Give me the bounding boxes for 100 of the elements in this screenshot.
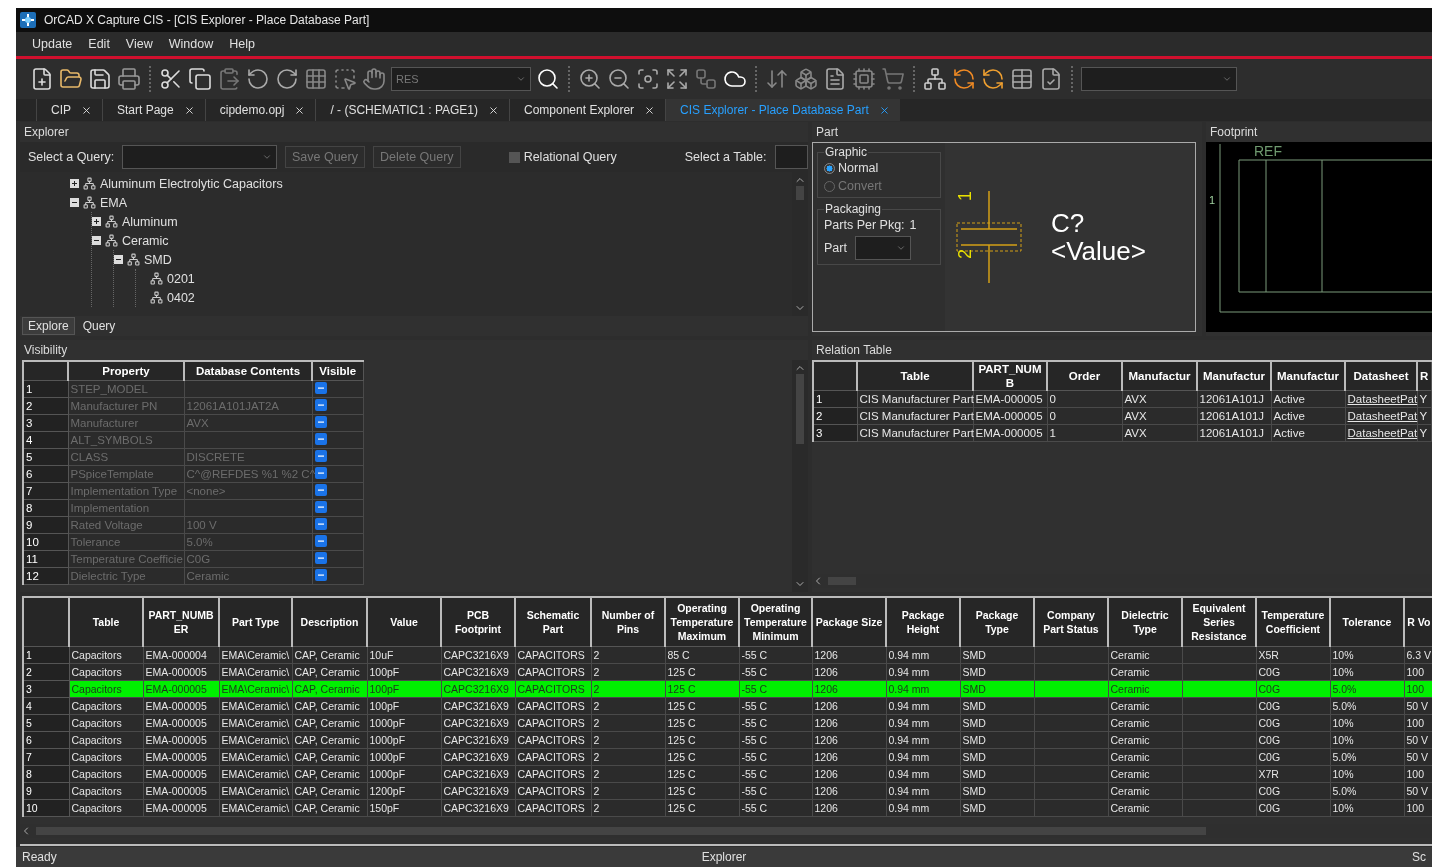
menu-item[interactable]: Help — [221, 35, 263, 53]
column-header: Manufactur — [1197, 361, 1271, 391]
checkbox[interactable] — [508, 151, 520, 163]
undo-icon[interactable] — [246, 67, 270, 91]
network-icon[interactable] — [923, 67, 947, 91]
tree-item[interactable]: 0201 — [167, 271, 195, 286]
document-tab[interactable]: cipdemo.opj — [204, 99, 316, 121]
radio-button[interactable] — [824, 162, 835, 174]
redo-icon[interactable] — [275, 67, 299, 91]
tree-item[interactable]: EMA — [100, 195, 128, 210]
table-row[interactable]: 10 Capacitors EMA-000005 EMA\Ceramic\ CAP, Ceramic 150pF CAPC3216X9 CAPACITORS 2 125 C -55 C 1206 0.94 mm SMD Ceramic C0G 10% 100 — [23, 799, 1432, 817]
hierarchy-icon[interactable] — [694, 67, 718, 91]
visibility-checkbox[interactable] — [314, 535, 327, 547]
selected-table-row[interactable]: 3 Capacitors EMA-000005 EMA\Ceramic\ CAP, Ceramic 100pF CAPC3216X9 CAPACITORS 2 125 C -55 C 1206 0.94 mm SMD Ceramic C0G 5.0% 100 — [23, 680, 1432, 698]
visibility-checkbox[interactable] — [314, 382, 327, 394]
copy-icon[interactable] — [188, 67, 212, 91]
tree-item[interactable]: Ceramic — [122, 233, 169, 248]
menu-item[interactable]: Update — [24, 35, 81, 53]
table-row[interactable]: 7 Capacitors EMA-000005 EMA\Ceramic\ CAP, Ceramic 1000pF CAPC3216X9 CAPACITORS 2 125 C -55 C 1206 0.94 mm SMD Ceramic C0G 5.0% 50 V — [23, 748, 1432, 766]
visibility-checkbox[interactable] — [314, 416, 327, 428]
value-label: <Value> — [1051, 237, 1146, 265]
printer-icon[interactable] — [117, 67, 141, 91]
zoom-fit-icon[interactable] — [636, 67, 660, 91]
visibility-checkbox[interactable] — [314, 450, 327, 462]
visibility-checkbox[interactable] — [314, 518, 327, 530]
dropdown-field[interactable] — [1081, 67, 1237, 91]
expand-toggle[interactable] — [92, 217, 101, 226]
visibility-checkbox[interactable] — [314, 467, 327, 479]
document-tab[interactable]: Start Page — [102, 99, 205, 121]
table-row[interactable]: 8 Capacitors EMA-000005 EMA\Ceramic\ CAP, Ceramic 1000pF CAPC3216X9 CAPACITORS 2 125 C -55 C 1206 0.94 mm SMD Ceramic X7R 10% 100 — [23, 765, 1432, 783]
new-file-icon[interactable] — [30, 67, 54, 91]
table-icon[interactable] — [1010, 67, 1034, 91]
column-header: R Vo — [1404, 597, 1432, 647]
tree-item[interactable]: 0402 — [167, 290, 195, 305]
close-icon[interactable] — [488, 104, 499, 116]
zoom-area-icon[interactable] — [665, 67, 689, 91]
zoom-in-icon[interactable] — [578, 67, 602, 91]
menu-item[interactable]: Edit — [80, 35, 118, 53]
close-icon[interactable] — [294, 104, 306, 116]
paste-icon[interactable] — [217, 67, 241, 91]
scissors-icon[interactable] — [159, 67, 183, 91]
table-row[interactable]: 9 Capacitors EMA-000005 EMA\Ceramic\ CAP, Ceramic 1200pF CAPC3216X9 CAPACITORS 2 125 C -55 C 1206 0.94 mm SMD Ceramic C0G 5.0% 50 V — [23, 782, 1432, 800]
table-row[interactable]: 5 Capacitors EMA-000005 EMA\Ceramic\ CAP, Ceramic 1000pF CAPC3216X9 CAPACITORS 2 125 C -55 C 1206 0.94 mm SMD Ceramic C0G 10% 100 — [23, 714, 1432, 732]
cart-icon[interactable] — [881, 67, 905, 91]
collapse-toggle[interactable] — [114, 255, 123, 264]
tree-item[interactable]: Aluminum — [122, 214, 178, 229]
table-row[interactable]: 6 Capacitors EMA-000005 EMA\Ceramic\ CAP, Ceramic 1000pF CAPC3216X9 CAPACITORS 2 125 C -55 C 1206 0.94 mm SMD Ceramic C0G 10% 50 V — [23, 731, 1432, 749]
close-icon[interactable] — [81, 104, 92, 116]
scroll-thumb[interactable] — [796, 374, 804, 444]
scroll-thumb[interactable] — [796, 186, 804, 200]
refresh-icon[interactable] — [952, 67, 976, 91]
save-icon[interactable] — [88, 67, 112, 91]
collapse-toggle[interactable] — [92, 236, 101, 245]
table-field[interactable] — [774, 145, 808, 169]
document-tab[interactable]: / - (SCHEMATIC1 : PAGE1) — [315, 99, 509, 121]
table-row[interactable]: 2 Capacitors EMA-000005 EMA\Ceramic\ CAP, Ceramic 100pF CAPC3216X9 CAPACITORS 2 125 C -55 C 1206 0.94 mm SMD Ceramic C0G 10% 100 — [23, 663, 1432, 681]
select-area-icon[interactable] — [333, 67, 357, 91]
reference-designator: C? — [1051, 209, 1086, 237]
pin-number: 1 — [955, 191, 975, 201]
close-icon[interactable] — [183, 104, 195, 116]
expand-toggle[interactable] — [70, 179, 79, 188]
zoom-out-icon[interactable] — [607, 67, 631, 91]
menu-item[interactable]: Window — [160, 35, 222, 53]
file-check-icon[interactable] — [1039, 67, 1063, 91]
visibility-checkbox[interactable] — [314, 552, 327, 564]
document-tab[interactable]: CIS Explorer - Place Database Part — [665, 99, 900, 121]
field-label: Part — [824, 241, 847, 255]
search-icon[interactable] — [536, 67, 560, 91]
table-row[interactable]: 1 Capacitors EMA-000004 EMA\Ceramic\ CAP, Ceramic 10uF CAPC3216X9 CAPACITORS 2 85 C -55 C 1206 0.94 mm SMD Ceramic X5R 10% 6.3 V — [23, 646, 1432, 664]
visibility-checkbox[interactable] — [314, 569, 327, 581]
visibility-checkbox[interactable] — [314, 399, 327, 411]
visibility-checkbox[interactable] — [314, 484, 327, 496]
column-header: Temperature Coefficient — [1256, 597, 1330, 647]
visibility-checkbox[interactable] — [314, 501, 327, 513]
column-header: Visible — [312, 361, 363, 381]
caret-icon — [895, 243, 906, 253]
collapse-toggle[interactable] — [70, 198, 79, 207]
swap-icon[interactable] — [765, 67, 789, 91]
panel-tab[interactable]: Query — [76, 317, 122, 335]
column-header: Number of Pins — [591, 597, 665, 647]
tree-item[interactable]: SMD — [144, 252, 172, 267]
panel-tab[interactable]: Explore — [22, 317, 75, 335]
grid-icon[interactable] — [304, 67, 328, 91]
tree-item[interactable]: Aluminum Electrolytic Capacitors — [100, 176, 283, 191]
hierarchy-icon — [83, 177, 96, 190]
sync-icon[interactable] — [981, 67, 1005, 91]
search-combo[interactable]: RES — [391, 67, 531, 91]
column-header: Order — [1047, 361, 1122, 391]
field-label: Select a Query: — [28, 150, 115, 164]
document-tab[interactable]: CIP — [36, 99, 102, 121]
visibility-checkbox[interactable] — [314, 433, 327, 445]
chip-icon[interactable] — [852, 67, 876, 91]
column-header: Dielectric Type — [1108, 597, 1182, 647]
column-header: Datasheet — [1345, 361, 1417, 391]
close-icon[interactable] — [644, 104, 656, 116]
menu-item[interactable]: View — [117, 35, 161, 53]
folder-icon[interactable] — [59, 67, 83, 91]
parts-icon[interactable] — [794, 67, 818, 91]
table-row[interactable]: 4 Capacitors EMA-000005 EMA\Ceramic\ CAP, Ceramic 100pF CAPC3216X9 CAPACITORS 2 125 C -55 C 1206 0.94 mm SMD Ceramic C0G 5.0% 50 V — [23, 697, 1432, 715]
hand-icon[interactable] — [362, 67, 386, 91]
